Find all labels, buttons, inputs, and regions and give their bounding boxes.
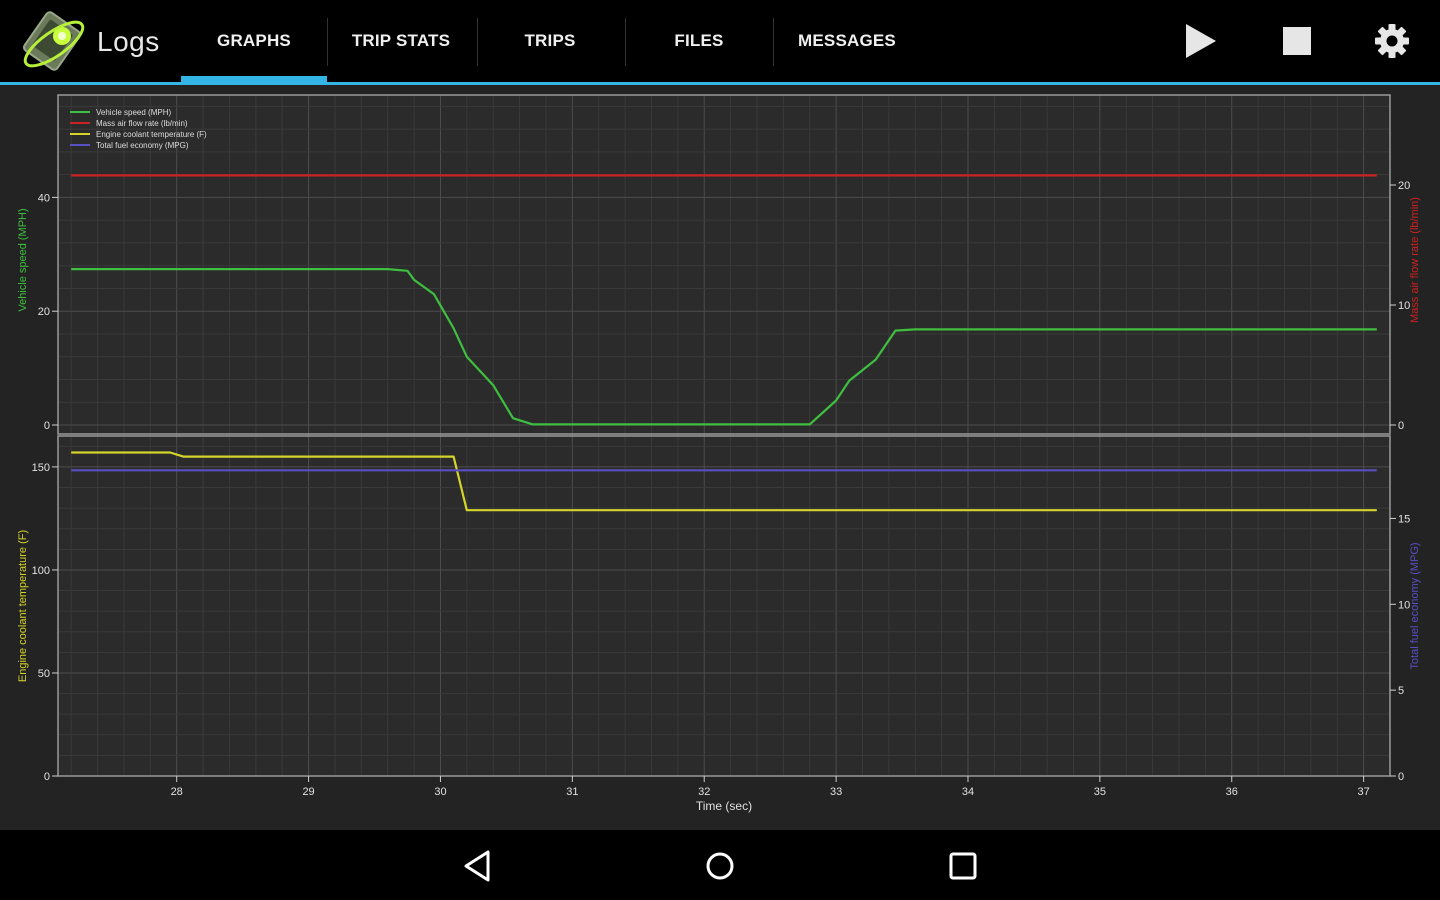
back-icon[interactable] — [456, 844, 500, 888]
navigation-bar — [0, 830, 1440, 900]
y-axis-title: Engine coolant temperature (F) — [17, 530, 29, 682]
y2-axis-title: Total fuel economy (MPG) — [1409, 542, 1421, 669]
app-logo-icon — [22, 11, 85, 71]
x-tick-label: 28 — [171, 786, 183, 798]
play-icon[interactable] — [1180, 21, 1220, 61]
x-tick-label: 33 — [830, 786, 842, 798]
tab-label: GRAPHS — [217, 31, 291, 50]
legend-label: Engine coolant temperature (F) — [96, 130, 207, 139]
x-tick-label: 36 — [1226, 786, 1238, 798]
x-tick-label: 35 — [1094, 786, 1106, 798]
y-tick-label: 50 — [38, 668, 50, 680]
x-axis-title: Time (sec) — [696, 799, 752, 813]
x-tick-label: 31 — [566, 786, 578, 798]
y-tick-label: 20 — [38, 306, 50, 318]
legend-label: Vehicle speed (MPH) — [96, 108, 171, 117]
tab-trip-stats[interactable]: TRIP STATS — [328, 0, 474, 82]
y2-tick-label: 0 — [1398, 420, 1404, 432]
recents-icon[interactable] — [941, 844, 985, 888]
y2-axis-title: Mass air flow rate (lb/min) — [1409, 197, 1421, 323]
tab-label: FILES — [674, 31, 724, 50]
tab-messages[interactable]: MESSAGES — [774, 0, 920, 82]
y2-tick-label: 0 — [1398, 771, 1404, 783]
legend-label: Total fuel economy (MPG) — [96, 141, 189, 150]
x-tick-label: 32 — [698, 786, 710, 798]
tab-label: TRIPS — [524, 31, 576, 50]
graph-area: 0 20 40 0 10 20 Vehicle speed (MPH) Mass air fl… — [0, 85, 1440, 830]
legend-label: Mass air flow rate (lb/min) — [96, 119, 188, 128]
home-icon[interactable] — [698, 844, 742, 888]
tab-label: TRIP STATS — [351, 31, 451, 50]
y-tick-label: 150 — [32, 462, 50, 474]
y-axis-title: Vehicle speed (MPH) — [17, 208, 29, 311]
x-tick-label: 37 — [1357, 786, 1369, 798]
gear-icon[interactable] — [1372, 21, 1412, 61]
y2-tick-label: 15 — [1398, 513, 1410, 525]
y2-tick-label: 20 — [1398, 180, 1410, 192]
y-tick-label: 0 — [44, 420, 50, 432]
stop-icon[interactable] — [1277, 21, 1317, 61]
x-tick-label: 29 — [302, 786, 314, 798]
app-title: Logs — [97, 26, 160, 57]
tab-trips[interactable]: TRIPS — [477, 0, 623, 82]
action-bar: Logs GRAPHS TRIP STATS TRIPS FILES MESSA… — [0, 0, 1440, 82]
y2-tick-label: 5 — [1398, 685, 1404, 697]
y-tick-label: 100 — [32, 565, 50, 577]
y-tick-label: 40 — [38, 192, 50, 204]
x-tick-label: 30 — [434, 786, 446, 798]
graph-chart[interactable]: 0204001020Vehicle speed (MPH) Mass air fl… — [0, 85, 1440, 830]
tab-files[interactable]: FILES — [626, 0, 772, 82]
x-tick-label: 34 — [962, 786, 974, 798]
tab-label: MESSAGES — [798, 31, 896, 50]
tab-graphs[interactable]: GRAPHS — [181, 0, 327, 82]
y-tick-label: 0 — [44, 771, 50, 783]
